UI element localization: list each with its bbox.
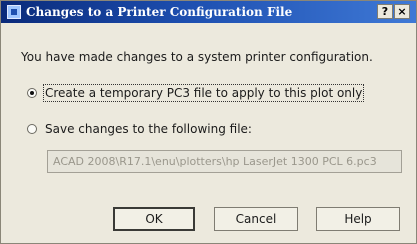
window-title: Changes to a Printer Configuration File [26, 5, 293, 19]
title-bar[interactable]: Changes to a Printer Configuration File … [1, 1, 416, 23]
radio-temporary-pc3[interactable]: Create a temporary PC3 file to apply to … [27, 84, 365, 102]
file-path-field: ACAD 2008\R17.1\enu\plotters\hp LaserJet… [47, 150, 402, 173]
radio-button-unselected[interactable] [27, 124, 37, 134]
dialog-prompt: You have made changes to a system printe… [21, 50, 373, 64]
radio-button-selected[interactable] [27, 88, 37, 98]
radio-label-save[interactable]: Save changes to the following file: [45, 122, 252, 136]
close-button[interactable]: × [394, 4, 410, 19]
help-button[interactable]: Help [316, 207, 400, 231]
radio-save-changes[interactable]: Save changes to the following file: [27, 122, 252, 136]
radio-label-temporary[interactable]: Create a temporary PC3 file to apply to … [42, 84, 365, 102]
help-question-button[interactable]: ? [377, 4, 393, 19]
dialog-window: Changes to a Printer Configuration File … [0, 0, 417, 244]
cancel-button[interactable]: Cancel [214, 207, 298, 231]
dialog-window-icon [7, 5, 21, 19]
ok-button[interactable]: OK [113, 207, 195, 231]
